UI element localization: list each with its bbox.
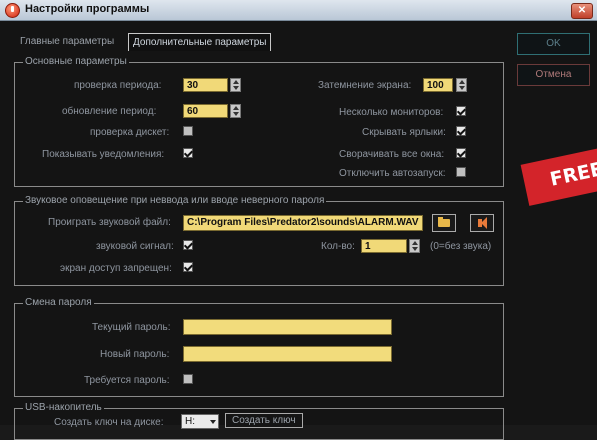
dimming-label: Затемнение экрана: [318,80,412,91]
check-period-input[interactable]: 30 [183,78,228,92]
disk-check-checkbox[interactable] [183,126,193,136]
check-period-label: проверка периода: [74,80,162,91]
notify-label: Показывать уведомления: [42,149,165,160]
dimming-input[interactable]: 100 [423,78,453,92]
ok-button[interactable]: OK [517,33,590,55]
beep-checkbox[interactable] [183,240,193,250]
minimize-checkbox[interactable] [456,148,466,158]
update-period-spinner[interactable] [230,104,241,118]
count-spinner[interactable] [409,239,420,253]
access-denied-checkbox[interactable] [183,262,193,272]
drive-select-value: H: [185,416,195,427]
count-hint: (0=без звука) [430,241,492,252]
count-label: Кол-во: [321,241,355,252]
tab-main-params[interactable]: Главные параметры [16,33,118,50]
title-bar[interactable]: Настройки программы ✕ [0,0,597,21]
sound-group-title: Звуковое оповещение при неввода или ввод… [23,195,327,206]
tab-extra-params[interactable]: Дополнительные параметры [128,33,272,51]
close-button[interactable]: ✕ [571,3,593,19]
dimming-spinner[interactable] [456,78,467,92]
minimize-label: Сворачивать все окна: [339,149,445,160]
current-password-input[interactable] [183,319,392,335]
main-params-title: Основные параметры [23,56,129,67]
check-period-spinner[interactable] [230,78,241,92]
free-banner: FREE [520,146,597,206]
cancel-button[interactable]: Отмена [517,64,590,86]
new-password-label: Новый пароль: [100,349,170,360]
notify-checkbox[interactable] [183,148,193,158]
update-period-label: обновление период: [62,106,157,117]
app-icon [5,3,20,18]
update-period-input[interactable]: 60 [183,104,228,118]
sound-file-path-input[interactable]: C:\Program Files\Predator2\sounds\ALARM.… [183,215,423,231]
disk-check-label: проверка дискет: [90,127,170,138]
password-required-checkbox[interactable] [183,374,193,384]
new-password-input[interactable] [183,346,392,362]
hide-shortcuts-checkbox[interactable] [456,126,466,136]
password-group-title: Смена пароля [23,297,94,308]
play-sound-label: Проиграть звуковой файл: [48,217,171,228]
monitors-label: Несколько мониторов: [339,107,444,118]
window-title: Настройки программы [25,3,150,15]
play-sound-button[interactable] [470,214,494,232]
count-input[interactable]: 1 [361,239,407,253]
hide-shortcuts-label: Скрывать ярлыки: [362,127,446,138]
drive-select[interactable]: H: [181,414,219,429]
folder-icon [438,217,450,227]
beep-label: звуковой сигнал: [96,241,174,252]
autorun-label: Отключить автозапуск: [339,168,446,179]
current-password-label: Текущий пароль: [92,322,171,333]
monitors-checkbox[interactable] [456,106,466,116]
speaker-icon [478,217,487,229]
autorun-checkbox[interactable] [456,167,466,177]
password-required-label: Требуется пароль: [84,375,170,386]
create-key-label: Создать ключ на диске: [54,417,164,428]
settings-window: Настройки программы ✕ Главные параметры … [0,0,597,440]
create-key-button[interactable]: Создать ключ [225,413,303,428]
access-denied-label: экран доступ запрещен: [60,263,172,274]
browse-file-button[interactable] [432,214,456,232]
chevron-down-icon [210,420,216,424]
usb-group-title: USB-накопитель [23,402,104,413]
